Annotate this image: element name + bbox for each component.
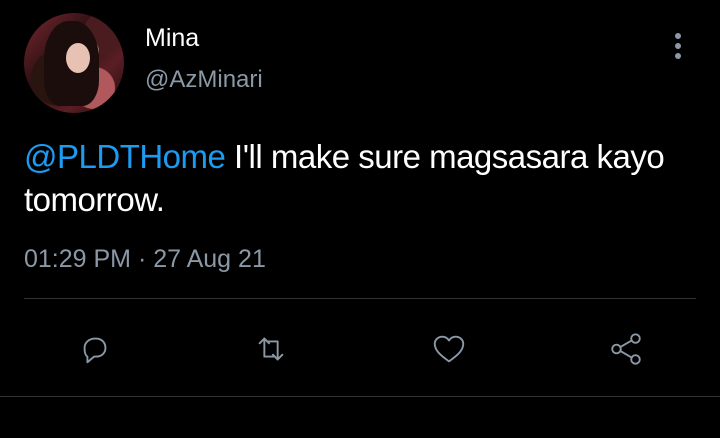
meta-separator: · — [131, 245, 154, 273]
tweet-date[interactable]: 27 Aug 21 — [153, 245, 266, 273]
bottom-divider — [0, 396, 720, 397]
retweet-button[interactable] — [248, 326, 293, 371]
heart-icon — [433, 335, 464, 362]
avatar-face — [66, 43, 90, 73]
share-icon — [610, 332, 641, 365]
tweet-actions — [0, 326, 720, 371]
retweet-icon — [258, 337, 283, 360]
more-options-icon[interactable] — [670, 33, 686, 65]
reply-icon — [83, 337, 106, 363]
tweet-text: @PLDTHome I'll make sure magsasara kayo … — [24, 135, 694, 221]
reply-button[interactable] — [72, 326, 117, 371]
divider — [24, 298, 696, 299]
like-button[interactable] — [426, 326, 471, 371]
tweet-meta: 01:29 PM · 27 Aug 21 — [24, 245, 266, 274]
share-button[interactable] — [603, 326, 648, 371]
user-handle[interactable]: @AzMinari — [145, 66, 263, 94]
user-name[interactable]: Mina — [145, 24, 199, 53]
mention-link[interactable]: @PLDTHome — [24, 138, 226, 175]
tweet-time[interactable]: 01:29 PM — [24, 245, 131, 273]
avatar[interactable] — [24, 13, 124, 113]
